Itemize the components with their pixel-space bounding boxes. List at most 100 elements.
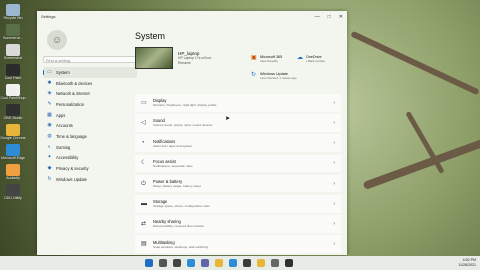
wallpaper-branch bbox=[350, 30, 480, 96]
desktop-icon[interactable]: Recycle Bin bbox=[0, 4, 26, 20]
system-tray: 4:52 PM 11/28/2021 bbox=[458, 258, 476, 267]
desktop-icon-image bbox=[6, 84, 20, 96]
settings-window: Settings — □ ✕ ☺ Find a setting ▭ System ✱… bbox=[37, 11, 347, 255]
speaker-icon: ◁ bbox=[141, 119, 146, 126]
bluetooth-icon: ✱ bbox=[47, 79, 52, 86]
settings-card-multitasking[interactable]: ▤ Multitasking Snap windows, desktops, tas… bbox=[135, 235, 341, 253]
sidebar-item-privacy-security[interactable]: ◆ Privacy & security bbox=[43, 163, 137, 174]
sidebar-item-accounts[interactable]: ◉ Accounts bbox=[43, 120, 137, 131]
close-button[interactable]: ✕ bbox=[339, 14, 343, 20]
clock-date[interactable]: 11/28/2021 bbox=[458, 263, 476, 268]
desktop-icon-image bbox=[6, 164, 20, 176]
desktop-icon-image bbox=[6, 24, 20, 36]
desktop-icon-label: DDU Utility bbox=[4, 196, 22, 200]
settings-card-nearby-sharing[interactable]: ⇄ Nearby sharing Discoverability, received… bbox=[135, 215, 341, 233]
sidebar-item-apps[interactable]: ▦ Apps bbox=[43, 110, 137, 121]
chevron-right-icon: › bbox=[333, 119, 335, 126]
sidebar-item-label: Apps bbox=[56, 112, 66, 118]
sidebar-item-time-language[interactable]: ◍ Time & language bbox=[43, 131, 137, 142]
chevron-right-icon: › bbox=[333, 220, 335, 227]
rename-link[interactable]: Rename bbox=[178, 61, 211, 65]
quick-link-windows-update[interactable]: ↻ Windows Update Last checked: 1 minute ag… bbox=[251, 72, 297, 80]
chat-icon[interactable] bbox=[201, 259, 209, 267]
app-title: Settings bbox=[41, 14, 56, 19]
quick-link-onedrive[interactable]: ☁ OneDrive • Back up files bbox=[297, 55, 325, 63]
desktop-icon-label: OBS Studio bbox=[3, 116, 23, 120]
chevron-right-icon: › bbox=[333, 99, 335, 106]
brush-icon: ✎ bbox=[47, 100, 52, 107]
desktop-icon[interactable]: DDU Utility bbox=[0, 184, 26, 200]
settings-card-notifications[interactable]: ◔ Notifications Alerts from apps and syste… bbox=[135, 134, 341, 152]
card-subtitle: Discoverability, received files location bbox=[153, 224, 205, 229]
desktop-icon[interactable]: Audacity bbox=[0, 164, 26, 180]
sidebar-item-accessibility[interactable]: ✦ Accessibility bbox=[43, 153, 137, 164]
sidebar-item-label: Windows Update bbox=[56, 176, 87, 182]
wifi-icon: ◈ bbox=[47, 90, 52, 97]
display-icon: ▭ bbox=[141, 99, 147, 106]
sidebar-item-label: Accounts bbox=[56, 123, 73, 129]
sidebar-item-system[interactable]: ▭ System bbox=[43, 67, 137, 78]
quick-link-subtitle: View benefits bbox=[260, 59, 278, 63]
share-icon: ⇄ bbox=[141, 220, 147, 227]
settings-card-storage[interactable]: ▬ Storage Storage space, drives, configura… bbox=[135, 195, 341, 213]
mouse-cursor: ➤ bbox=[225, 116, 231, 122]
desktop-icon[interactable]: Summerwi... bbox=[0, 24, 26, 40]
card-subtitle: Notifications, automatic rules bbox=[153, 163, 193, 168]
widgets-icon[interactable] bbox=[187, 259, 195, 267]
maximize-button[interactable]: □ bbox=[328, 14, 331, 20]
page-title: System bbox=[135, 31, 166, 41]
desktop-icon-label: Audacity bbox=[6, 176, 20, 180]
desktop-icon-image bbox=[6, 4, 20, 16]
store-icon[interactable] bbox=[243, 259, 251, 267]
wallpaper-branch bbox=[362, 138, 480, 190]
update-icon: ↻ bbox=[47, 175, 52, 182]
desktop-icon[interactable]: OBS Studio bbox=[0, 104, 26, 120]
moon-icon: ☾ bbox=[141, 160, 147, 167]
search-taskbar-icon[interactable] bbox=[159, 259, 167, 267]
desktop-icon-image bbox=[6, 44, 20, 56]
desktop-icon-label: Screenshot bbox=[3, 56, 23, 60]
edge-icon[interactable] bbox=[229, 259, 237, 267]
drive-icon: ▬ bbox=[141, 200, 147, 207]
chevron-right-icon: › bbox=[333, 180, 335, 187]
sidebar-item-windows-update[interactable]: ↻ Windows Update bbox=[43, 174, 137, 185]
desktop-icon[interactable]: Cool PaintShop bbox=[0, 84, 26, 100]
desktop-icon-label: Cool PaintShop bbox=[0, 96, 26, 100]
chrome-icon[interactable] bbox=[257, 259, 265, 267]
sidebar-item-gaming[interactable]: ◐ Gaming bbox=[43, 142, 137, 153]
explorer-icon[interactable] bbox=[215, 259, 223, 267]
chevron-right-icon: › bbox=[333, 160, 335, 167]
quick-link-microsoft-365[interactable]: ▣ Microsoft 365 View benefits bbox=[251, 55, 282, 63]
desktop-icon[interactable]: Cool Paint bbox=[0, 64, 26, 80]
onedrive-icon: ☁ bbox=[297, 55, 303, 61]
settings-card-focus-assist[interactable]: ☾ Focus assist Notifications, automatic ru… bbox=[135, 154, 341, 173]
sidebar-item-personalization[interactable]: ✎ Personalization bbox=[43, 99, 137, 110]
desktop-icon-label: Microsoft Edge bbox=[1, 156, 25, 160]
sidebar-item-label: Privacy & security bbox=[56, 166, 89, 172]
shield-icon: ◆ bbox=[47, 165, 52, 172]
multitask-icon: ▤ bbox=[141, 241, 147, 248]
settings-card-power-battery[interactable]: ⏻ Power & battery Sleep, battery usage, ba… bbox=[135, 174, 341, 193]
desktop-icon[interactable]: Microsoft Edge bbox=[0, 144, 26, 160]
obs-icon[interactable] bbox=[285, 259, 293, 267]
sidebar-item-label: Time & language bbox=[56, 133, 87, 139]
settings-taskbar-icon[interactable] bbox=[271, 259, 279, 267]
search-input[interactable]: Find a setting bbox=[43, 56, 137, 63]
desktop-icon[interactable]: Screenshot bbox=[0, 44, 26, 60]
start-icon[interactable] bbox=[145, 259, 153, 267]
desktop-icon[interactable]: Google Chrome bbox=[0, 124, 26, 140]
card-subtitle: Alerts from apps and system bbox=[153, 143, 193, 148]
desktop-icon-label: Summerwi... bbox=[3, 36, 23, 40]
card-subtitle: Sleep, battery usage, battery saver bbox=[153, 184, 201, 189]
settings-card-sound[interactable]: ◁ Sound Volume levels, output, input, soun… bbox=[135, 114, 341, 132]
minimize-button[interactable]: — bbox=[315, 14, 320, 20]
desktop-icon-image bbox=[6, 124, 20, 136]
taskview-icon[interactable] bbox=[173, 259, 181, 267]
sidebar-item-network-internet[interactable]: ◈ Network & internet bbox=[43, 88, 137, 99]
desktop-icon-image bbox=[6, 64, 20, 76]
settings-card-display[interactable]: ▭ Display Monitors, brightness, night ligh… bbox=[135, 94, 341, 112]
sidebar-item-bluetooth-devices[interactable]: ✱ Bluetooth & devices bbox=[43, 78, 137, 89]
avatar[interactable]: ☺ bbox=[47, 30, 67, 50]
chevron-right-icon: › bbox=[333, 200, 335, 207]
sidebar-item-label: Accessibility bbox=[56, 155, 79, 161]
